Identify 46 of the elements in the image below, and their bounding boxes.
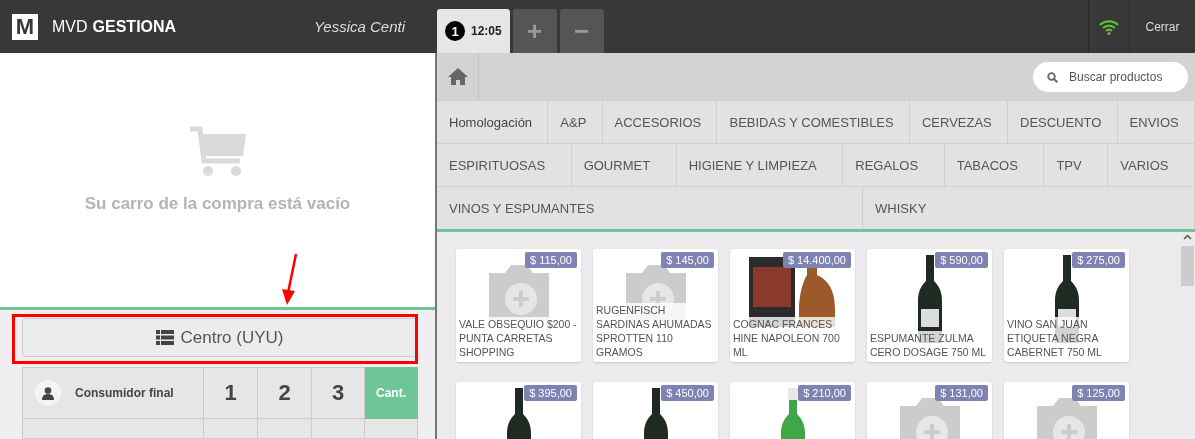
cart-icon xyxy=(187,126,248,178)
order-tab[interactable]: 1 12:05 xyxy=(437,9,510,53)
product-card[interactable]: $ 131,00 xyxy=(867,382,992,439)
keypad-key[interactable] xyxy=(365,419,418,439)
search-field[interactable]: Buscar productos xyxy=(1033,61,1188,92)
keypad-key[interactable] xyxy=(22,419,204,439)
product-card[interactable]: $ 210,00 xyxy=(730,382,855,439)
price-tag: $ 131,00 xyxy=(935,385,988,401)
keypad-key[interactable]: 1 xyxy=(204,367,258,419)
price-tag: $ 395,00 xyxy=(524,385,577,401)
brand-name: MVD GESTIONA xyxy=(52,17,177,36)
product-card[interactable]: $ 14.400,00 COGNAC FRANCES HINE NAPOLEON 700 ML xyxy=(730,249,855,362)
price-tag: $ 210,00 xyxy=(798,385,851,401)
price-tag: $ 115,00 xyxy=(525,252,577,268)
product-card[interactable]: $ 145,00 RUGENFISCH SARDINAS AHUMADAS SPROTTEN 110 GRAMOS xyxy=(593,249,718,362)
price-tag: $ 14.400,00 xyxy=(782,252,851,268)
product-card[interactable]: $ 450,00 xyxy=(593,382,718,439)
product-card[interactable]: $ 275,00 VINO SAN JUAN ETIQUETA NEGRA CABERNET 750 ML xyxy=(1004,249,1129,362)
price-tag: $ 450,00 xyxy=(661,385,714,401)
keypad-key[interactable]: 3 xyxy=(312,367,365,419)
annotation-arrow xyxy=(280,253,300,305)
product-card[interactable]: $ 115,00 VALE OBSEQUIO $200 - PUNTA CARRETAS SHOPPING xyxy=(456,249,581,362)
user-name[interactable]: Yessica Centi xyxy=(314,18,405,35)
product-card[interactable]: $ 125,00 xyxy=(1004,382,1129,439)
scroll-up-icon[interactable] xyxy=(1183,234,1192,240)
home-icon xyxy=(447,68,468,85)
keypad-key[interactable] xyxy=(312,419,365,439)
price-tag: $ 590,00 xyxy=(935,252,988,268)
person-icon xyxy=(42,386,54,400)
logo: M xyxy=(12,13,38,40)
keypad-key[interactable] xyxy=(258,419,312,439)
price-tag: $ 125,00 xyxy=(1072,385,1125,401)
keypad-key[interactable]: 2 xyxy=(258,367,312,419)
pricelist-button[interactable]: Centro (UYU) xyxy=(22,318,417,357)
wifi-icon xyxy=(1099,18,1119,35)
scrollbar-thumb[interactable] xyxy=(1181,246,1194,286)
product-name: VALE OBSEQUIO $200 - PUNTA CARRETAS SHOPPING xyxy=(459,317,578,359)
product-card[interactable]: $ 395,00 xyxy=(456,382,581,439)
product-card[interactable]: $ 590,00 ESPUMANTE ZULMA CERO DOSAGE 750 ML xyxy=(867,249,992,362)
list-icon xyxy=(155,330,174,345)
empty-cart-message: Su carro de la compra está vacío xyxy=(84,194,351,214)
product-name: ESPUMANTE ZULMA CERO DOSAGE 750 ML xyxy=(870,331,989,359)
price-tag: $ 275,00 xyxy=(1072,252,1125,268)
keypad-key[interactable] xyxy=(204,419,258,439)
price-tag: $ 145,00 xyxy=(661,252,714,268)
customer-button[interactable]: Consumidor final xyxy=(22,367,204,419)
